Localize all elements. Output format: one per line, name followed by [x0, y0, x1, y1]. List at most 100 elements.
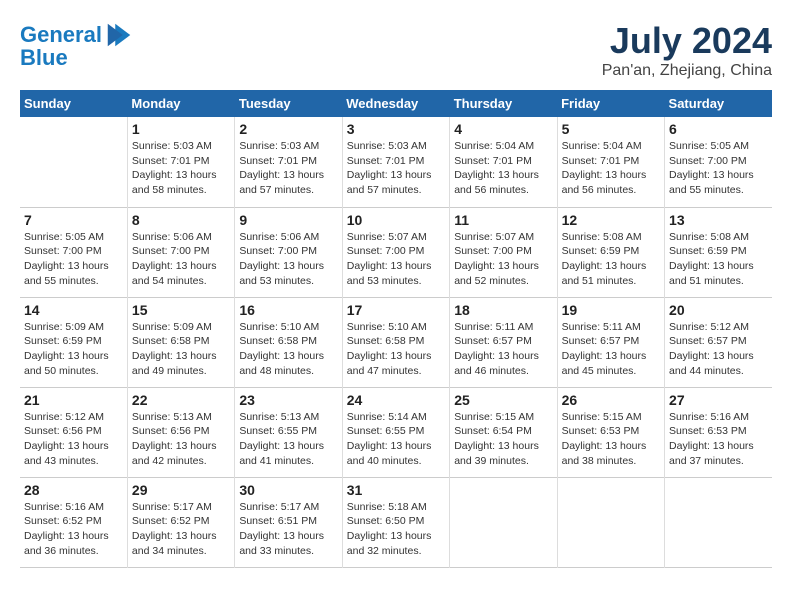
- day-number: 10: [347, 212, 445, 228]
- day-info: Sunrise: 5:11 AM Sunset: 6:57 PM Dayligh…: [454, 320, 552, 379]
- week-row-2: 7 Sunrise: 5:05 AM Sunset: 7:00 PM Daylig…: [20, 207, 772, 297]
- day-cell: 11 Sunrise: 5:07 AM Sunset: 7:00 PM Dayli…: [450, 207, 557, 297]
- col-header-tuesday: Tuesday: [235, 90, 342, 117]
- day-number: 12: [562, 212, 660, 228]
- day-number: 9: [239, 212, 337, 228]
- day-info: Sunrise: 5:03 AM Sunset: 7:01 PM Dayligh…: [239, 139, 337, 198]
- day-number: 3: [347, 121, 445, 137]
- day-info: Sunrise: 5:11 AM Sunset: 6:57 PM Dayligh…: [562, 320, 660, 379]
- col-header-saturday: Saturday: [665, 90, 772, 117]
- day-info: Sunrise: 5:07 AM Sunset: 7:00 PM Dayligh…: [454, 230, 552, 289]
- day-cell: 29 Sunrise: 5:17 AM Sunset: 6:52 PM Dayli…: [127, 477, 234, 567]
- day-cell: 15Sunrise: 5:09 AM Sunset: 6:58 PM Dayli…: [127, 297, 234, 387]
- day-cell: 2 Sunrise: 5:03 AM Sunset: 7:01 PM Daylig…: [235, 117, 342, 207]
- day-info: Sunrise: 5:03 AM Sunset: 7:01 PM Dayligh…: [132, 139, 230, 198]
- day-cell: 16 Sunrise: 5:10 AM Sunset: 6:58 PM Dayli…: [235, 297, 342, 387]
- day-info: Sunrise: 5:03 AM Sunset: 7:01 PM Dayligh…: [347, 139, 445, 198]
- day-number: 31: [347, 482, 445, 498]
- logo-icon: [104, 20, 134, 50]
- day-cell: 13 Sunrise: 5:08 AM Sunset: 6:59 PM Dayli…: [665, 207, 772, 297]
- day-cell: 30Sunrise: 5:17 AM Sunset: 6:51 PM Dayli…: [235, 477, 342, 567]
- day-info: Sunrise: 5:06 AM Sunset: 7:00 PM Dayligh…: [239, 230, 337, 289]
- week-row-3: 14 Sunrise: 5:09 AM Sunset: 6:59 PM Dayli…: [20, 297, 772, 387]
- day-info: Sunrise: 5:08 AM Sunset: 6:59 PM Dayligh…: [562, 230, 660, 289]
- day-number: 29: [132, 482, 230, 498]
- day-number: 23: [239, 392, 337, 408]
- day-cell: 22Sunrise: 5:13 AM Sunset: 6:56 PM Dayli…: [127, 387, 234, 477]
- day-number: 17: [347, 302, 445, 318]
- day-info: Sunrise: 5:17 AM Sunset: 6:52 PM Dayligh…: [132, 500, 230, 559]
- day-number: 8: [132, 212, 230, 228]
- col-header-friday: Friday: [557, 90, 664, 117]
- logo-text: General: [20, 23, 102, 47]
- day-cell: 26Sunrise: 5:15 AM Sunset: 6:53 PM Dayli…: [557, 387, 664, 477]
- day-cell: 5 Sunrise: 5:04 AM Sunset: 7:01 PM Daylig…: [557, 117, 664, 207]
- day-info: Sunrise: 5:05 AM Sunset: 7:00 PM Dayligh…: [24, 230, 123, 289]
- day-cell: [20, 117, 127, 207]
- day-cell: 23 Sunrise: 5:13 AM Sunset: 6:55 PM Dayli…: [235, 387, 342, 477]
- day-cell: 9 Sunrise: 5:06 AM Sunset: 7:00 PM Daylig…: [235, 207, 342, 297]
- day-number: 16: [239, 302, 337, 318]
- calendar-header-row: SundayMondayTuesdayWednesdayThursdayFrid…: [20, 90, 772, 117]
- day-number: 13: [669, 212, 768, 228]
- day-info: Sunrise: 5:09 AM Sunset: 6:59 PM Dayligh…: [24, 320, 123, 379]
- day-info: Sunrise: 5:14 AM Sunset: 6:55 PM Dayligh…: [347, 410, 445, 469]
- day-info: Sunrise: 5:17 AM Sunset: 6:51 PM Dayligh…: [239, 500, 337, 559]
- day-number: 14: [24, 302, 123, 318]
- day-number: 7: [24, 212, 123, 228]
- day-cell: 10 Sunrise: 5:07 AM Sunset: 7:00 PM Dayli…: [342, 207, 449, 297]
- day-number: 21: [24, 392, 123, 408]
- col-header-wednesday: Wednesday: [342, 90, 449, 117]
- page-header: General Blue July 2024 Pan'an, Zhejiang,…: [20, 20, 772, 80]
- day-number: 24: [347, 392, 445, 408]
- day-cell: 12 Sunrise: 5:08 AM Sunset: 6:59 PM Dayli…: [557, 207, 664, 297]
- month-title: July 2024: [602, 20, 772, 62]
- day-info: Sunrise: 5:13 AM Sunset: 6:55 PM Dayligh…: [239, 410, 337, 469]
- day-info: Sunrise: 5:09 AM Sunset: 6:58 PM Dayligh…: [132, 320, 230, 379]
- col-header-sunday: Sunday: [20, 90, 127, 117]
- day-info: Sunrise: 5:12 AM Sunset: 6:56 PM Dayligh…: [24, 410, 123, 469]
- calendar-table: SundayMondayTuesdayWednesdayThursdayFrid…: [20, 90, 772, 568]
- day-cell: 7 Sunrise: 5:05 AM Sunset: 7:00 PM Daylig…: [20, 207, 127, 297]
- day-info: Sunrise: 5:04 AM Sunset: 7:01 PM Dayligh…: [454, 139, 552, 198]
- day-info: Sunrise: 5:10 AM Sunset: 6:58 PM Dayligh…: [347, 320, 445, 379]
- day-info: Sunrise: 5:16 AM Sunset: 6:52 PM Dayligh…: [24, 500, 123, 559]
- day-number: 25: [454, 392, 552, 408]
- day-info: Sunrise: 5:15 AM Sunset: 6:53 PM Dayligh…: [562, 410, 660, 469]
- day-cell: 14 Sunrise: 5:09 AM Sunset: 6:59 PM Dayli…: [20, 297, 127, 387]
- day-cell: 17 Sunrise: 5:10 AM Sunset: 6:58 PM Dayli…: [342, 297, 449, 387]
- title-block: July 2024 Pan'an, Zhejiang, China: [602, 20, 772, 80]
- day-info: Sunrise: 5:07 AM Sunset: 7:00 PM Dayligh…: [347, 230, 445, 289]
- day-info: Sunrise: 5:08 AM Sunset: 6:59 PM Dayligh…: [669, 230, 768, 289]
- week-row-1: 1 Sunrise: 5:03 AM Sunset: 7:01 PM Daylig…: [20, 117, 772, 207]
- day-number: 1: [132, 121, 230, 137]
- day-cell: 1 Sunrise: 5:03 AM Sunset: 7:01 PM Daylig…: [127, 117, 234, 207]
- day-info: Sunrise: 5:12 AM Sunset: 6:57 PM Dayligh…: [669, 320, 768, 379]
- day-cell: 19 Sunrise: 5:11 AM Sunset: 6:57 PM Dayli…: [557, 297, 664, 387]
- week-row-4: 21 Sunrise: 5:12 AM Sunset: 6:56 PM Dayli…: [20, 387, 772, 477]
- day-number: 5: [562, 121, 660, 137]
- day-number: 28: [24, 482, 123, 498]
- day-number: 22: [132, 392, 230, 408]
- day-cell: 24 Sunrise: 5:14 AM Sunset: 6:55 PM Dayli…: [342, 387, 449, 477]
- day-cell: 6Sunrise: 5:05 AM Sunset: 7:00 PM Daylig…: [665, 117, 772, 207]
- col-header-monday: Monday: [127, 90, 234, 117]
- day-number: 11: [454, 212, 552, 228]
- week-row-5: 28 Sunrise: 5:16 AM Sunset: 6:52 PM Dayli…: [20, 477, 772, 567]
- day-info: Sunrise: 5:04 AM Sunset: 7:01 PM Dayligh…: [562, 139, 660, 198]
- day-info: Sunrise: 5:10 AM Sunset: 6:58 PM Dayligh…: [239, 320, 337, 379]
- day-cell: 31Sunrise: 5:18 AM Sunset: 6:50 PM Dayli…: [342, 477, 449, 567]
- day-number: 2: [239, 121, 337, 137]
- day-number: 20: [669, 302, 768, 318]
- location: Pan'an, Zhejiang, China: [602, 62, 772, 80]
- day-cell: [665, 477, 772, 567]
- day-info: Sunrise: 5:16 AM Sunset: 6:53 PM Dayligh…: [669, 410, 768, 469]
- day-cell: 21 Sunrise: 5:12 AM Sunset: 6:56 PM Dayli…: [20, 387, 127, 477]
- day-info: Sunrise: 5:15 AM Sunset: 6:54 PM Dayligh…: [454, 410, 552, 469]
- day-cell: 25 Sunrise: 5:15 AM Sunset: 6:54 PM Dayli…: [450, 387, 557, 477]
- col-header-thursday: Thursday: [450, 90, 557, 117]
- day-cell: 3 Sunrise: 5:03 AM Sunset: 7:01 PM Daylig…: [342, 117, 449, 207]
- day-info: Sunrise: 5:06 AM Sunset: 7:00 PM Dayligh…: [132, 230, 230, 289]
- day-number: 27: [669, 392, 768, 408]
- day-number: 19: [562, 302, 660, 318]
